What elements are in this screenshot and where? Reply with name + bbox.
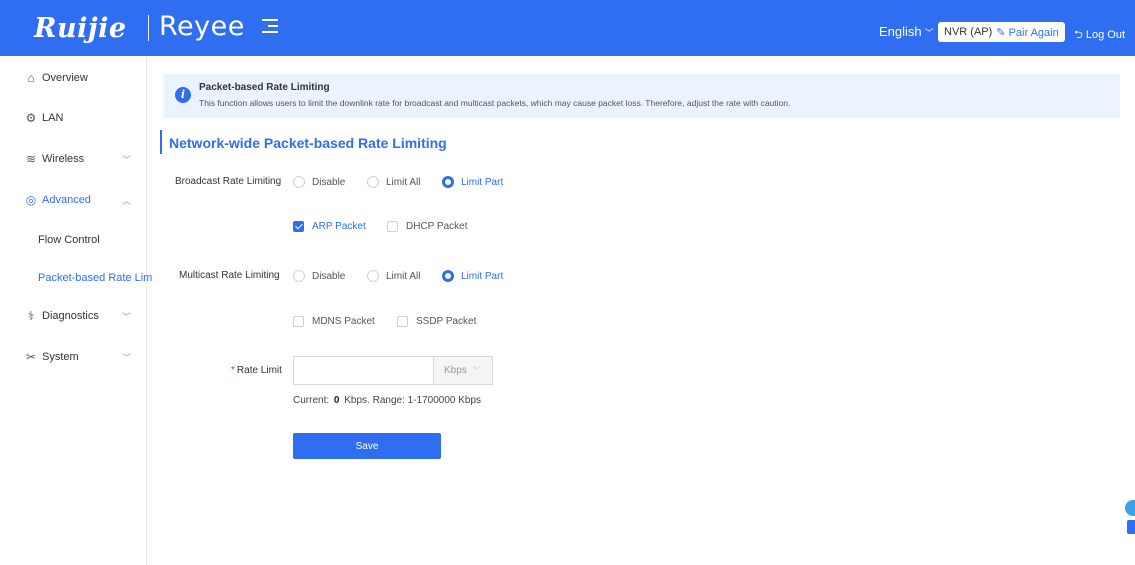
advanced-icon: ◎ bbox=[25, 193, 37, 207]
sidebar: ⌂ Overview ⚙ LAN ≋ Wireless ﹀ ◎ Advanced… bbox=[0, 56, 152, 565]
sidebar-item-wireless[interactable]: ≋ Wireless ﹀ bbox=[24, 152, 131, 166]
sidebar-item-advanced[interactable]: ◎ Advanced ︿ bbox=[24, 193, 131, 207]
checkbox-box bbox=[387, 221, 398, 232]
device-name: NVR (AP) bbox=[944, 26, 993, 38]
radio-label: Limit All bbox=[386, 270, 421, 282]
checkbox-label: ARP Packet bbox=[312, 221, 366, 232]
radio-circle bbox=[293, 176, 305, 188]
save-button[interactable]: Save bbox=[293, 433, 441, 459]
pair-again-link[interactable]: ✎ Pair Again bbox=[996, 26, 1058, 39]
radio-label: Limit Part bbox=[461, 176, 504, 188]
logout-icon: ⮌ bbox=[1074, 29, 1083, 41]
chevron-down-icon: ﹀ bbox=[122, 352, 132, 363]
ruijie-logo: Ruijie bbox=[34, 13, 127, 44]
mdns-packet-checkbox[interactable]: MDNS Packet bbox=[293, 316, 375, 327]
sidebar-item-lan[interactable]: ⚙ LAN bbox=[24, 111, 64, 125]
reyee-logo: Reyee bbox=[159, 11, 245, 42]
logout-label: Log Out bbox=[1085, 29, 1126, 41]
edit-icon: ✎ bbox=[996, 26, 1006, 39]
info-text: This function allows users to limit the … bbox=[199, 98, 791, 108]
multicast-radio-limit-part[interactable]: Limit Part bbox=[442, 270, 503, 282]
multicast-radio-limit-all[interactable]: Limit All bbox=[367, 270, 420, 282]
broadcast-radio-limit-part[interactable]: Limit Part bbox=[442, 176, 503, 188]
sidebar-item-label: Wireless bbox=[42, 153, 85, 165]
chevron-down-icon: ﹀ bbox=[924, 28, 934, 38]
language-label: English bbox=[879, 24, 922, 39]
pair-again-label: Pair Again bbox=[1008, 26, 1059, 39]
checkbox-box bbox=[293, 221, 304, 232]
sidebar-item-label: System bbox=[42, 351, 79, 363]
hint-suffix: Kbps. Range: 1-1700000 Kbps bbox=[344, 395, 482, 406]
unit-select[interactable]: Kbps ﹀ bbox=[433, 356, 493, 385]
top-header: Ruijie Reyee English ﹀ NVR (AP) ✎ Pair Ag… bbox=[0, 0, 1135, 56]
current-rate-value: 0 bbox=[333, 395, 340, 406]
broadcast-label: Broadcast Rate Limiting bbox=[175, 176, 282, 187]
radio-label: Disable bbox=[312, 176, 346, 188]
tools-icon: ✂ bbox=[25, 350, 37, 364]
radio-circle bbox=[367, 270, 379, 282]
info-icon: i bbox=[175, 87, 191, 103]
info-banner: i Packet-based Rate Limiting This functi… bbox=[163, 74, 1120, 118]
broadcast-radio-disable[interactable]: Disable bbox=[293, 176, 345, 188]
collapse-menu-icon[interactable] bbox=[262, 19, 278, 37]
radio-circle bbox=[293, 270, 305, 282]
section-title: Network-wide Packet-based Rate Limiting bbox=[169, 135, 447, 151]
required-mark: * bbox=[231, 365, 235, 376]
chevron-down-icon: ﹀ bbox=[122, 154, 132, 165]
section-accent-bar bbox=[160, 130, 162, 154]
hint-prefix: Current: bbox=[293, 395, 330, 406]
checkbox-box bbox=[293, 316, 304, 327]
rate-limit-input[interactable] bbox=[293, 356, 433, 385]
radio-label: Disable bbox=[312, 270, 346, 282]
floating-help-icon[interactable] bbox=[1123, 500, 1135, 536]
multicast-label: Multicast Rate Limiting bbox=[179, 270, 280, 281]
sidebar-item-label: Diagnostics bbox=[42, 310, 99, 322]
help-bubble-shape bbox=[1125, 500, 1135, 516]
checkbox-box bbox=[397, 316, 408, 327]
logo-divider bbox=[148, 15, 149, 41]
sidebar-item-system[interactable]: ✂ System ﹀ bbox=[24, 350, 131, 364]
sidebar-item-label: Advanced bbox=[42, 194, 91, 206]
radio-circle bbox=[442, 270, 454, 282]
dhcp-packet-checkbox[interactable]: DHCP Packet bbox=[387, 221, 468, 232]
radio-circle bbox=[442, 176, 454, 188]
chevron-down-icon: ﹀ bbox=[122, 311, 132, 322]
home-icon: ⌂ bbox=[27, 71, 35, 85]
multicast-radio-disable[interactable]: Disable bbox=[293, 270, 345, 282]
checkbox-label: DHCP Packet bbox=[406, 221, 468, 232]
rate-limit-text: Rate Limit bbox=[236, 365, 282, 376]
sidebar-subitem-flow-control[interactable]: Flow Control bbox=[38, 234, 100, 246]
unit-label: Kbps bbox=[444, 365, 467, 376]
sidebar-subitem-packet-rate[interactable]: Packet-based Rate Lim bbox=[38, 272, 152, 284]
arp-packet-checkbox[interactable]: ARP Packet bbox=[293, 221, 366, 232]
device-badge: NVR (AP) ✎ Pair Again bbox=[938, 22, 1065, 42]
sidebar-item-diagnostics[interactable]: ⚕ Diagnostics ﹀ bbox=[24, 309, 131, 323]
rate-limit-label: * Rate Limit bbox=[231, 365, 282, 376]
rate-hint: Current: 0 Kbps. Range: 1-1700000 Kbps bbox=[293, 395, 481, 406]
ssdp-packet-checkbox[interactable]: SSDP Packet bbox=[397, 316, 476, 327]
logout-button[interactable]: ⮌ Log Out bbox=[1074, 26, 1125, 45]
checkbox-label: MDNS Packet bbox=[312, 316, 375, 327]
info-title: Packet-based Rate Limiting bbox=[199, 82, 330, 93]
chevron-up-icon: ︿ bbox=[122, 195, 132, 206]
wifi-icon: ≋ bbox=[25, 152, 37, 166]
radio-label: Limit Part bbox=[461, 270, 504, 282]
broadcast-radio-limit-all[interactable]: Limit All bbox=[367, 176, 420, 188]
gear-icon: ⚙ bbox=[25, 111, 37, 125]
radio-circle bbox=[367, 176, 379, 188]
chevron-down-icon: ﹀ bbox=[472, 366, 481, 375]
sidebar-item-overview[interactable]: ⌂ Overview bbox=[24, 71, 88, 85]
language-select[interactable]: English ﹀ bbox=[879, 24, 934, 39]
help-base-shape bbox=[1127, 520, 1135, 534]
radio-label: Limit All bbox=[386, 176, 421, 188]
stethoscope-icon: ⚕ bbox=[27, 309, 35, 323]
sidebar-item-label: LAN bbox=[42, 112, 64, 124]
checkbox-label: SSDP Packet bbox=[416, 316, 477, 327]
sidebar-item-label: Overview bbox=[42, 72, 88, 84]
